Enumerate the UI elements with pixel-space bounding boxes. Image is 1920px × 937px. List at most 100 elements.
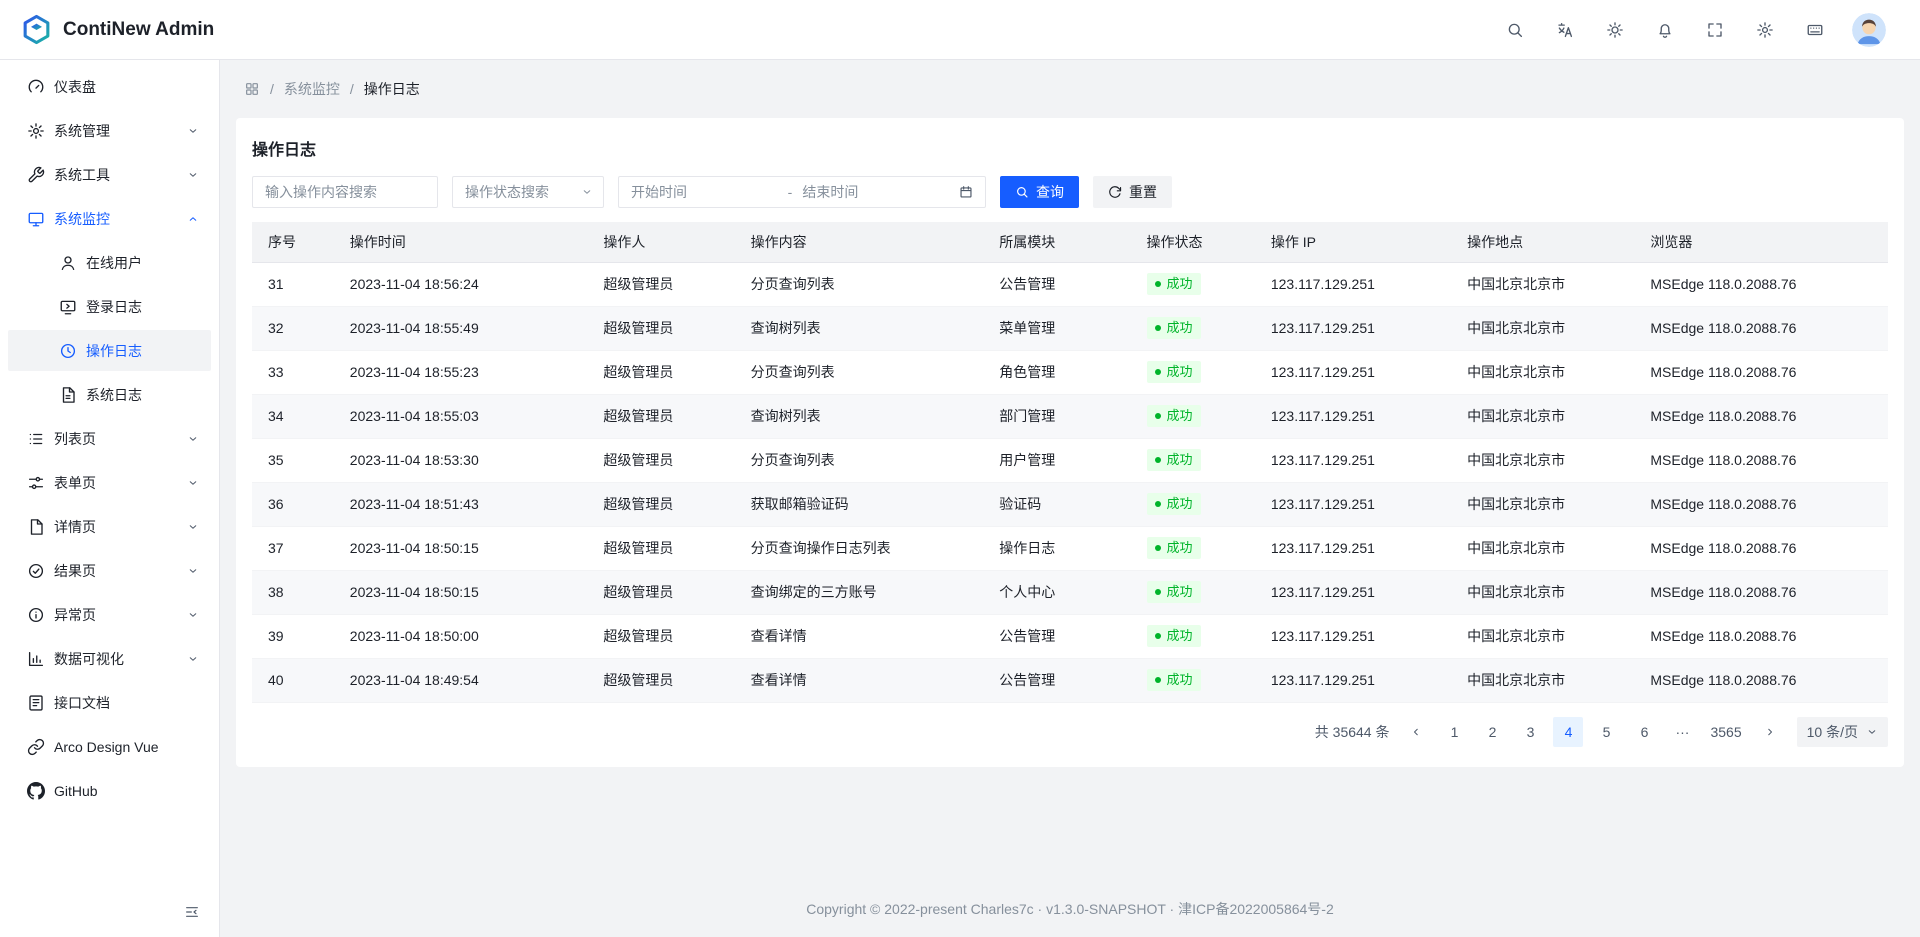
- bell-icon[interactable]: [1648, 13, 1682, 47]
- apps-grid-icon: [244, 81, 260, 97]
- sidebar-item-api-docs[interactable]: 接口文档: [8, 682, 211, 723]
- cell-operator: 超级管理员: [587, 350, 734, 394]
- cell-ip: 123.117.129.251: [1255, 350, 1451, 394]
- sidebar-item-system-tools[interactable]: 系统工具: [8, 154, 211, 195]
- page-number-button[interactable]: 3: [1515, 717, 1545, 747]
- cell-location: 中国北京北京市: [1451, 394, 1634, 438]
- sidebar-item-login-logs[interactable]: 登录日志: [8, 286, 211, 327]
- page-size-select[interactable]: 10 条/页: [1797, 717, 1888, 747]
- system-log-icon: [59, 386, 77, 404]
- status-badge: 成功: [1147, 317, 1201, 339]
- page-number-button[interactable]: 2: [1477, 717, 1507, 747]
- sidebar-item-label: 系统工具: [54, 165, 110, 185]
- chevron-down-icon: [187, 477, 199, 489]
- fullscreen-icon[interactable]: [1698, 13, 1732, 47]
- table-row: 34 2023-11-04 18:55:03 超级管理员 查询树列表 部门管理 …: [252, 394, 1888, 438]
- status-badge: 成功: [1147, 669, 1201, 691]
- sidebar-item-online-users[interactable]: 在线用户: [8, 242, 211, 283]
- cell-browser: MSEdge 118.0.2088.76: [1634, 526, 1888, 570]
- cell-content: 分页查询操作日志列表: [735, 526, 984, 570]
- layout: 仪表盘 系统管理 系统工具 系统监控 在线用户: [0, 60, 1920, 937]
- sidebar-item-github[interactable]: GitHub: [8, 770, 211, 811]
- breadcrumb-home[interactable]: [244, 81, 260, 97]
- settings-icon[interactable]: [1748, 13, 1782, 47]
- sidebar-item-exception-pages[interactable]: 异常页: [8, 594, 211, 635]
- sidebar-item-dashboard[interactable]: 仪表盘: [8, 66, 211, 107]
- next-page-button[interactable]: [1755, 717, 1785, 747]
- cell-module: 角色管理: [983, 350, 1130, 394]
- sidebar-item-result-pages[interactable]: 结果页: [8, 550, 211, 591]
- sidebar-item-label: 接口文档: [54, 693, 110, 713]
- breadcrumb-item-system-monitor[interactable]: 系统监控: [284, 79, 340, 99]
- sidebar-item-system-logs[interactable]: 系统日志: [8, 374, 211, 415]
- cell-index: 38: [252, 570, 334, 614]
- sidebar-item-list-pages[interactable]: 列表页: [8, 418, 211, 459]
- cell-index: 40: [252, 658, 334, 702]
- translate-icon[interactable]: [1548, 13, 1582, 47]
- cell-operator: 超级管理员: [587, 306, 734, 350]
- status-dot: [1155, 633, 1161, 639]
- cell-content: 分页查询列表: [735, 350, 984, 394]
- cell-status: 成功: [1131, 658, 1255, 702]
- cell-location: 中国北京北京市: [1451, 570, 1634, 614]
- sidebar-item-form-pages[interactable]: 表单页: [8, 462, 211, 503]
- reset-button[interactable]: 重置: [1093, 176, 1172, 208]
- cell-content: 查看详情: [735, 614, 984, 658]
- cell-status: 成功: [1131, 306, 1255, 350]
- cell-browser: MSEdge 118.0.2088.76: [1634, 658, 1888, 702]
- status-dot: [1155, 369, 1161, 375]
- cell-operator: 超级管理员: [587, 438, 734, 482]
- status-dot: [1155, 281, 1161, 287]
- avatar[interactable]: [1852, 13, 1886, 47]
- status-filter-select[interactable]: 操作状态搜索: [452, 176, 604, 208]
- page-number-button-last[interactable]: 3565: [1705, 717, 1746, 747]
- status-label: 成功: [1167, 671, 1193, 689]
- page-number-button[interactable]: 5: [1591, 717, 1621, 747]
- sidebar-item-arco-design-vue[interactable]: Arco Design Vue: [8, 726, 211, 767]
- sidebar-item-data-visualization[interactable]: 数据可视化: [8, 638, 211, 679]
- cell-index: 39: [252, 614, 334, 658]
- prev-page-button[interactable]: [1401, 717, 1431, 747]
- cell-location: 中国北京北京市: [1451, 526, 1634, 570]
- form-icon: [27, 474, 45, 492]
- status-label: 成功: [1167, 583, 1193, 601]
- cell-browser: MSEdge 118.0.2088.76: [1634, 482, 1888, 526]
- cell-operator: 超级管理员: [587, 570, 734, 614]
- sidebar-item-label: Arco Design Vue: [54, 739, 159, 755]
- table-row: 39 2023-11-04 18:50:00 超级管理员 查看详情 公告管理 成…: [252, 614, 1888, 658]
- cell-time: 2023-11-04 18:50:15: [334, 570, 588, 614]
- brand[interactable]: ContiNew Admin: [20, 13, 214, 46]
- cell-ip: 123.117.129.251: [1255, 438, 1451, 482]
- content-search-input[interactable]: [252, 176, 438, 208]
- status-label: 成功: [1167, 627, 1193, 645]
- collapse-sidebar-button[interactable]: [177, 897, 207, 927]
- keyboard-icon[interactable]: [1798, 13, 1832, 47]
- page-ellipsis-button[interactable]: ···: [1667, 717, 1697, 747]
- cell-content: 分页查询列表: [735, 438, 984, 482]
- search-button[interactable]: 查询: [1000, 176, 1079, 208]
- page-number-button[interactable]: 1: [1439, 717, 1469, 747]
- app-logo-icon: [20, 13, 53, 46]
- search-icon[interactable]: [1498, 13, 1532, 47]
- api-doc-icon: [27, 694, 45, 712]
- date-range-picker[interactable]: 开始时间 - 结束时间: [618, 176, 986, 208]
- chevron-down-icon: [187, 433, 199, 445]
- sidebar-item-system-monitor[interactable]: 系统监控: [8, 198, 211, 239]
- theme-icon[interactable]: [1598, 13, 1632, 47]
- cell-module: 验证码: [983, 482, 1130, 526]
- github-icon: [27, 782, 45, 800]
- operation-log-card: 操作日志 操作状态搜索 开始时间 - 结束时间 查: [236, 118, 1904, 767]
- sidebar-item-operation-logs[interactable]: 操作日志: [8, 330, 211, 371]
- status-badge: 成功: [1147, 537, 1201, 559]
- link-icon: [27, 738, 45, 756]
- page-number-button[interactable]: 6: [1629, 717, 1659, 747]
- page-number-button-active[interactable]: 4: [1553, 717, 1583, 747]
- status-label: 成功: [1167, 407, 1193, 425]
- sidebar-item-system-management[interactable]: 系统管理: [8, 110, 211, 151]
- table-row: 32 2023-11-04 18:55:49 超级管理员 查询树列表 菜单管理 …: [252, 306, 1888, 350]
- cell-time: 2023-11-04 18:55:03: [334, 394, 588, 438]
- chevron-right-icon: [1764, 726, 1776, 738]
- cell-module: 公告管理: [983, 614, 1130, 658]
- cell-index: 36: [252, 482, 334, 526]
- sidebar-item-detail-pages[interactable]: 详情页: [8, 506, 211, 547]
